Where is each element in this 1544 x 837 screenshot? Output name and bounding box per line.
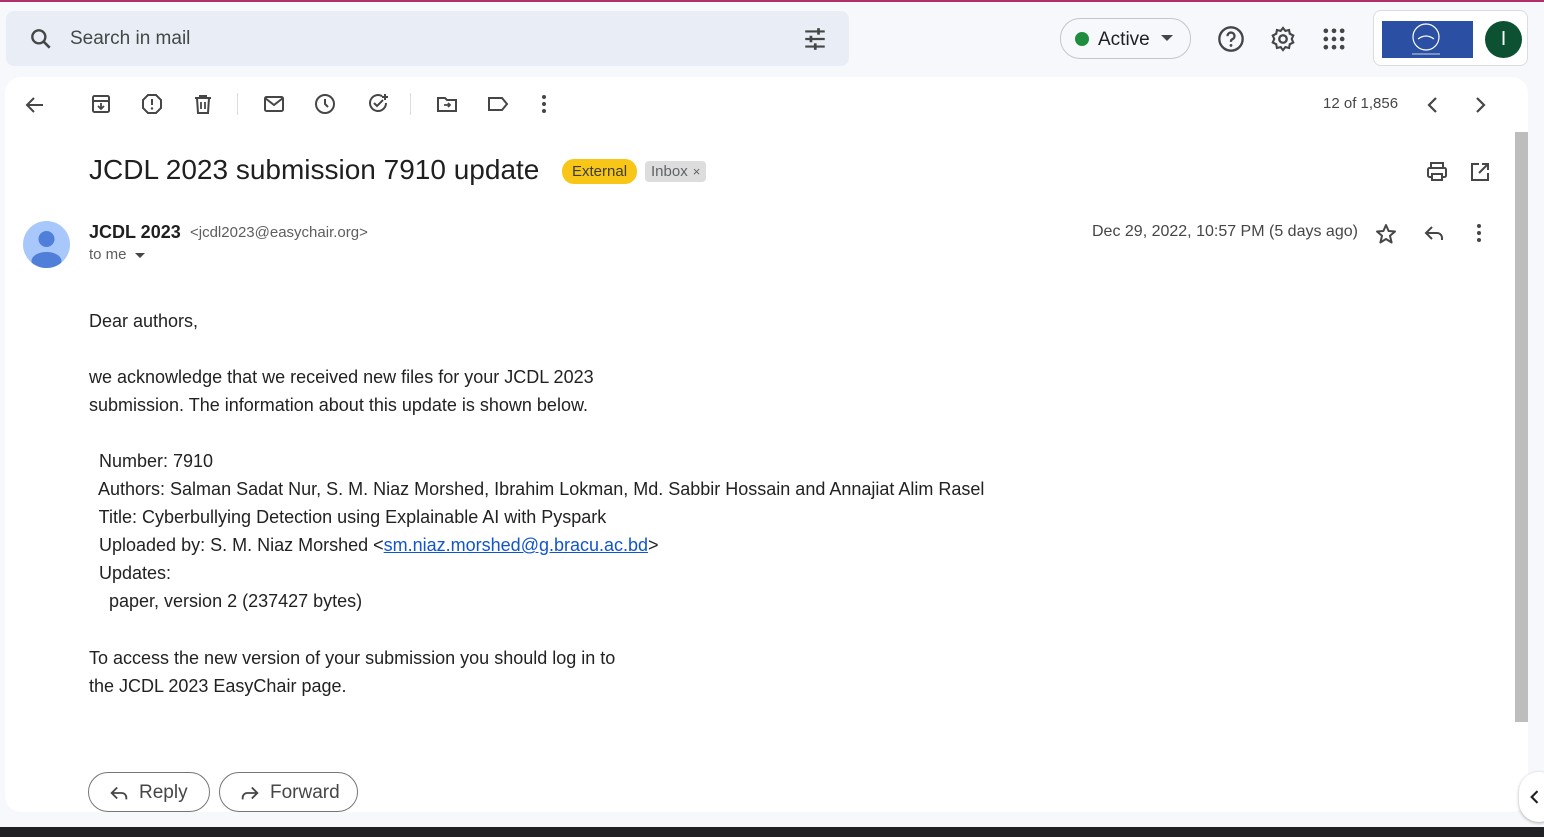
chevron-right-icon[interactable] [1468,93,1492,117]
chevron-down-icon[interactable] [134,252,145,258]
scrollbar[interactable] [1515,132,1528,722]
search-bar[interactable]: Search in mail [6,11,849,66]
delete-icon[interactable] [191,92,215,116]
forward-button[interactable]: Forward [219,772,358,812]
snooze-icon[interactable] [313,92,337,116]
search-icon[interactable] [28,26,54,52]
body-line: Title: Cyberbullying Detection using Exp… [89,507,607,527]
person-icon [31,231,62,268]
account-switcher[interactable]: I [1373,10,1528,66]
side-panel-toggle[interactable] [1519,772,1544,822]
body-line: the JCDL 2023 EasyChair page. [89,676,347,696]
gear-icon[interactable] [1269,25,1297,53]
inbox-label-chip[interactable]: Inbox × [645,161,707,182]
back-arrow-icon[interactable] [23,93,47,117]
search-input[interactable]: Search in mail [70,28,190,50]
sender-email: <jcdl2023@easychair.org> [190,224,368,241]
status-label: Active [1098,29,1150,50]
body-line: Dear authors, [89,311,199,331]
move-to-icon[interactable] [435,92,459,116]
body-line: Authors: Salman Sadat Nur, S. M. Niaz Mo… [89,479,985,499]
taskbar-strip [0,827,1544,837]
label-icon[interactable] [486,92,510,116]
star-icon[interactable] [1374,222,1398,246]
add-task-icon[interactable] [366,92,390,116]
message-body: Dear authors, we acknowledge that we rec… [89,307,984,700]
body-line: Updates: [89,563,172,583]
external-label-chip: External [562,159,638,184]
forward-icon [241,786,259,800]
remove-label-icon[interactable]: × [693,164,701,179]
more-vert-icon[interactable] [1467,221,1491,245]
message-panel: 12 of 1,856 JCDL 2023 submission 7910 up… [5,77,1528,812]
chevron-down-icon [1161,35,1173,41]
apps-icon[interactable] [1320,25,1348,53]
body-line: we acknowledge that we received new file… [89,367,594,387]
pagination-count: 12 of 1,856 [1323,95,1399,112]
body-line: To access the new version of your submis… [89,648,616,668]
status-dropdown[interactable]: Active [1060,18,1191,59]
window-top-border [0,0,1544,2]
status-dot [1075,32,1089,46]
reply-button-label: Reply [139,782,188,803]
recipients-label: to me [89,246,127,263]
uploaded-suffix: > [648,535,659,555]
body-line: Number: 7910 [89,451,214,471]
avatar[interactable]: I [1485,21,1522,58]
body-line: paper, version 2 (237427 bytes) [89,591,363,611]
chevron-left-icon [1530,790,1539,804]
mark-unread-icon[interactable] [262,92,286,116]
sender-name: JCDL 2023 [89,222,181,242]
uploader-email-link[interactable]: sm.niaz.morshed@g.bracu.ac.bd [384,535,648,555]
sender-avatar [23,221,70,268]
chevron-left-icon[interactable] [1421,93,1445,117]
reply-icon[interactable] [1422,221,1446,245]
toolbar-divider [410,93,411,115]
more-vert-icon[interactable] [532,92,556,116]
reply-button[interactable]: Reply [88,772,210,812]
reply-icon [110,786,128,800]
report-spam-icon[interactable] [140,92,164,116]
body-line-uploaded: Uploaded by: S. M. Niaz Morshed <sm.niaz… [89,531,984,559]
recipients-toggle[interactable]: to me [89,246,145,263]
organization-logo [1382,21,1473,58]
message-date: Dec 29, 2022, 10:57 PM (5 days ago) [1092,223,1358,240]
toolbar-divider [237,93,238,115]
print-icon[interactable] [1425,160,1449,184]
forward-button-label: Forward [270,782,340,803]
open-in-new-icon[interactable] [1468,160,1492,184]
uploaded-prefix: Uploaded by: S. M. Niaz Morshed < [89,535,384,555]
inbox-label-text: Inbox [651,163,688,180]
archive-icon[interactable] [89,92,113,116]
help-icon[interactable] [1217,25,1245,53]
tune-icon[interactable] [802,26,828,52]
message-subject: JCDL 2023 submission 7910 update [89,154,540,185]
body-line: submission. The information about this u… [89,395,588,415]
